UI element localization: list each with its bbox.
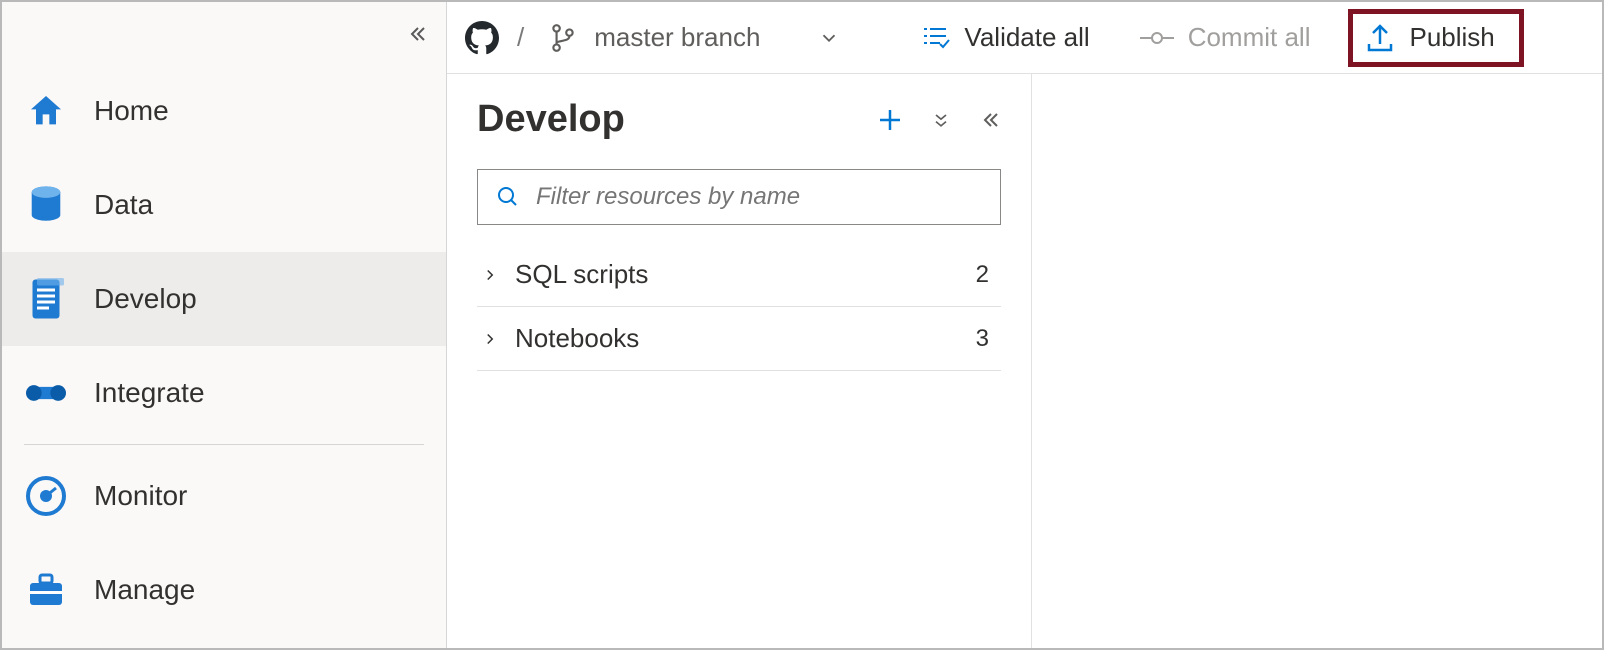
home-icon [26,91,66,131]
sidebar-item-develop[interactable]: Develop [2,252,446,346]
search-icon [496,185,520,209]
sidebar-item-label: Integrate [94,377,205,409]
sidebar-item-label: Manage [94,574,195,606]
pipeline-icon [26,373,66,413]
content-row: Develop [447,74,1602,648]
document-icon [26,279,66,319]
sidebar-item-home[interactable]: Home [2,64,446,158]
add-icon[interactable] [875,105,905,135]
sidebar-item-label: Home [94,95,169,127]
topbar: / master branch Validate all Commit [447,2,1602,74]
commit-icon [1140,28,1174,48]
tree-item-sql-scripts[interactable]: SQL scripts 2 [477,243,1001,307]
main: / master branch Validate all Commit [447,2,1602,648]
toolbox-icon [26,570,66,610]
sidebar-item-manage[interactable]: Manage [2,543,446,637]
branch-icon [550,23,576,53]
sidebar-item-data[interactable]: Data [2,158,446,252]
sidebar-item-monitor[interactable]: Monitor [2,449,446,543]
sidebar-item-label: Monitor [94,480,187,512]
commit-all-button: Commit all [1128,16,1323,59]
develop-panel: Develop [447,74,1032,648]
path-separator: / [509,22,532,53]
sidebar: Home Data Develop Integrate Monito [2,2,447,648]
sidebar-item-integrate[interactable]: Integrate [2,346,446,440]
sidebar-item-label: Develop [94,283,197,315]
publish-button[interactable]: Publish [1348,9,1523,67]
button-label: Validate all [964,22,1089,53]
tree-item-notebooks[interactable]: Notebooks 3 [477,307,1001,371]
github-icon[interactable] [465,21,499,55]
nav-divider [24,444,424,445]
nav: Home Data Develop Integrate Monito [2,2,446,637]
chevron-down-icon [818,27,840,49]
top-actions: Validate all Commit all Publish [908,9,1523,67]
panel-title: Develop [477,98,625,141]
filter-box[interactable] [477,169,1001,225]
panel-header: Develop [477,98,1001,141]
expand-all-icon[interactable] [931,108,951,132]
collapse-sidebar-icon[interactable] [404,22,428,46]
filter-input[interactable] [536,183,982,211]
tree-item-label: SQL scripts [515,259,960,290]
tree-item-label: Notebooks [515,323,960,354]
checklist-icon [920,24,950,52]
chevron-right-icon [481,330,499,348]
button-label: Publish [1409,22,1494,53]
collapse-panel-icon[interactable] [977,108,1001,132]
chevron-right-icon [481,266,499,284]
editor-pane [1032,74,1602,648]
publish-icon [1365,22,1395,54]
panel-actions [875,105,1001,135]
button-label: Commit all [1188,22,1311,53]
tree-item-count: 3 [976,325,997,353]
branch-name: master branch [594,22,760,53]
database-icon [26,185,66,225]
branch-picker[interactable]: master branch [542,18,848,57]
tree-item-count: 2 [976,261,997,289]
validate-all-button[interactable]: Validate all [908,16,1101,59]
sidebar-item-label: Data [94,189,153,221]
gauge-icon [26,476,66,516]
